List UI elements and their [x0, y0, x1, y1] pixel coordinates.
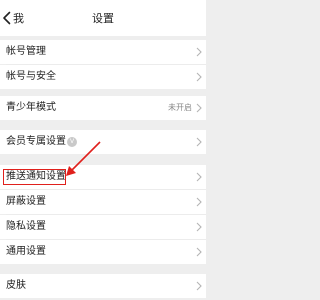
settings-screen: 我 设置 帐号管理 帐号与安全 青少年模式 未开启 会员专属设置 V 推送通知设… — [0, 0, 206, 300]
annotation-arrow-icon — [66, 141, 101, 176]
